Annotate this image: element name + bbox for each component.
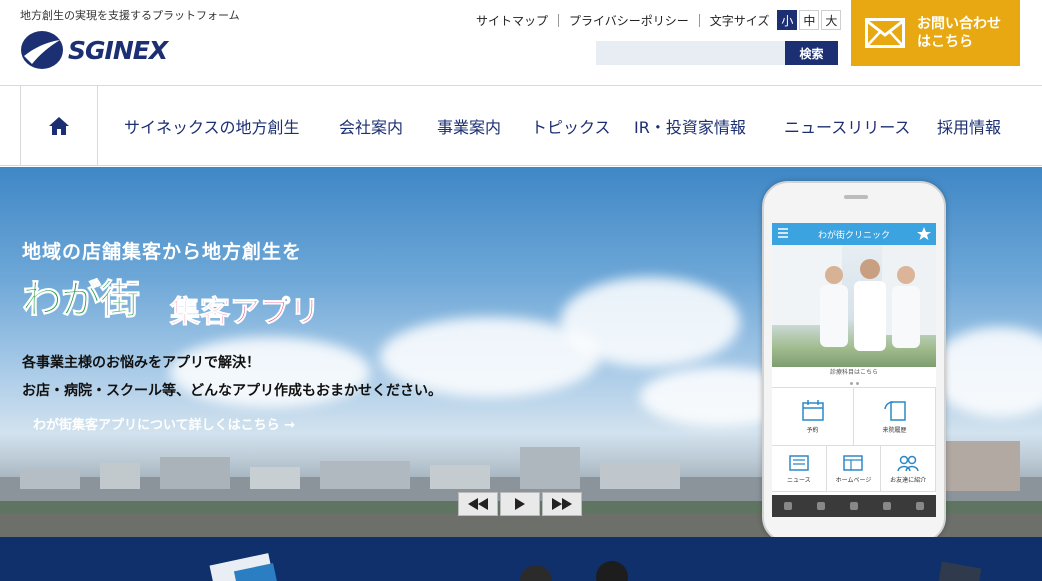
site-logo[interactable]: SGINEX xyxy=(20,30,168,70)
carousel-dot xyxy=(849,381,853,385)
slider-prev-button[interactable] xyxy=(458,492,498,516)
global-nav: サイネックスの地方創生 会社案内 事業案内 トピックス IR・投資家情報 ニュー… xyxy=(0,86,1042,166)
nav-item-ir[interactable]: IR・投資家情報 xyxy=(634,86,746,166)
tab-icon[interactable] xyxy=(882,502,891,510)
hero-lead: 地域の店舗集客から地方創生を xyxy=(22,241,303,263)
carousel-dots xyxy=(772,379,936,387)
divider xyxy=(558,13,560,27)
home-icon xyxy=(49,117,69,135)
app-tile-refer-friend[interactable]: お友達に紹介 xyxy=(881,446,936,492)
font-size-label: 文字サイズ xyxy=(709,13,770,28)
contact-text: お問い合わせ はこちら xyxy=(917,15,1001,51)
app-tile-label: ホームページ xyxy=(835,476,872,484)
play-icon xyxy=(515,498,525,510)
rewind-icon xyxy=(468,498,488,510)
phone-camera xyxy=(844,195,868,199)
slider-controls xyxy=(458,492,582,516)
hero-description: 各事業主様のお悩みをアプリで解決！ お店・病院・スクール等、どんなアプリ作成もお… xyxy=(22,349,442,405)
app-tile-visit-history[interactable]: 来院履歴 xyxy=(854,388,936,446)
nav-item-news-release[interactable]: ニュースリリース xyxy=(784,86,910,166)
font-size-large-button[interactable]: 大 xyxy=(821,10,842,30)
calendar-icon xyxy=(801,400,824,421)
app-menu-grid: 予約 来院履歴 xyxy=(772,387,936,446)
app-tile-label: ニュース xyxy=(786,476,811,484)
app-tile-label: 予約 xyxy=(806,427,819,434)
doctors-photo xyxy=(772,245,936,367)
search-button[interactable]: 検索 xyxy=(785,41,838,65)
nav-item-regional-revitalization[interactable]: サイネックスの地方創生 xyxy=(124,86,300,166)
hero-slider: 地域の店舗集客から地方創生を わが街 集客アプリ 各事業主様のお悩みをアプリで解… xyxy=(0,167,1042,537)
app-menu-grid-secondary: ニュース ホームページ お友達に紹介 xyxy=(772,446,936,492)
privacy-policy-link[interactable]: プライバシーポリシー xyxy=(569,12,689,29)
sitemap-link[interactable]: サイトマップ xyxy=(476,12,548,29)
contact-line2: はこちら xyxy=(917,34,973,50)
star-icon xyxy=(917,227,931,240)
phone-screen: わが街クリニック 診療科目はこちら 予約 来院履歴 ニュース ホームページ お友… xyxy=(772,223,936,517)
hero-desc-line2: お店・病院・スクール等、どんなアプリ作成もおまかせください。 xyxy=(22,383,442,399)
tab-icon[interactable] xyxy=(849,502,858,510)
browser-icon xyxy=(843,454,864,471)
app-header-bar: わが街クリニック xyxy=(772,223,936,245)
logo-mark-icon xyxy=(21,31,63,69)
contact-line1: お問い合わせ xyxy=(917,16,1001,32)
next-section-band xyxy=(0,537,1042,581)
fast-forward-icon xyxy=(552,498,572,510)
contact-button[interactable]: お問い合わせ はこちら xyxy=(851,0,1020,66)
tab-icon[interactable] xyxy=(817,502,826,510)
logo-text: SGINEX xyxy=(68,35,168,65)
tab-icon[interactable] xyxy=(915,502,924,510)
nav-item-business[interactable]: 事業案内 xyxy=(437,86,501,166)
app-title-main: わが街 xyxy=(22,277,141,324)
search-input[interactable] xyxy=(596,41,785,65)
doctors-illustration xyxy=(772,245,936,351)
nav-item-recruit[interactable]: 採用情報 xyxy=(937,86,1001,166)
slider-play-button[interactable] xyxy=(500,492,540,516)
app-tab-bar xyxy=(772,495,936,517)
font-size-small-button[interactable]: 小 xyxy=(777,10,798,30)
app-tile-label: お友達に紹介 xyxy=(890,476,927,484)
cloud-decoration xyxy=(930,327,1042,417)
hero-desc-line1: 各事業主様のお悩みをアプリで解決！ xyxy=(22,355,260,371)
nav-item-company[interactable]: 会社案内 xyxy=(339,86,403,166)
nav-item-topics[interactable]: トピックス xyxy=(531,86,611,166)
news-icon xyxy=(789,454,809,471)
menu-icon xyxy=(778,228,788,238)
app-tile-news[interactable]: ニュース xyxy=(772,446,827,492)
mail-icon xyxy=(865,18,905,48)
history-icon xyxy=(883,401,906,421)
utility-links: サイトマップ プライバシーポリシー 文字サイズ 小 中 大 xyxy=(476,10,842,30)
divider xyxy=(698,13,700,27)
carousel-dot xyxy=(855,381,859,385)
tagline: 地方創生の実現を支援するプラットフォーム xyxy=(20,9,240,22)
font-size-medium-button[interactable]: 中 xyxy=(799,10,820,30)
section-preview-image xyxy=(209,553,982,581)
app-tile-homepage[interactable]: ホームページ xyxy=(826,446,882,492)
app-title-logo: わが街 集客アプリ xyxy=(22,267,342,337)
nav-home-button[interactable] xyxy=(20,86,98,166)
app-tile-reservation[interactable]: 予約 xyxy=(772,388,854,446)
friends-icon xyxy=(897,455,919,471)
photo-caption: 診療科目はこちら xyxy=(772,367,936,379)
app-name: わが街クリニック xyxy=(817,230,890,241)
app-tile-label: 来院履歴 xyxy=(882,427,907,434)
app-title-sub: 集客アプリ xyxy=(170,295,321,331)
site-header: 地方創生の実現を支援するプラットフォーム SGINEX サイトマップ プライバシ… xyxy=(0,0,1042,86)
cloud-decoration xyxy=(560,277,740,367)
hero-detail-link[interactable]: わが街集客アプリについて詳しくはこちら → xyxy=(33,414,295,433)
slider-next-button[interactable] xyxy=(542,492,582,516)
phone-mockup: わが街クリニック 診療科目はこちら 予約 来院履歴 ニュース ホームページ お友… xyxy=(762,181,946,537)
tab-icon[interactable] xyxy=(784,502,793,510)
